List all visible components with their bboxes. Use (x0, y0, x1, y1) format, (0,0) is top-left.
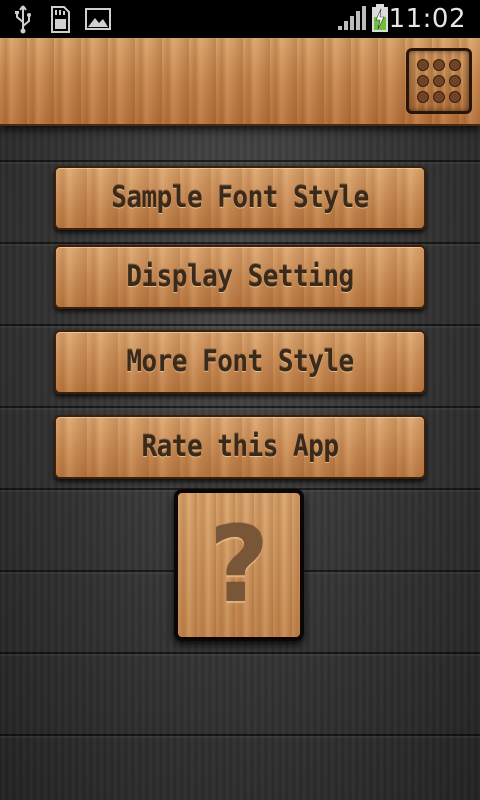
grid-menu-icon (417, 59, 461, 103)
display-setting-button[interactable]: Display Setting (54, 245, 426, 309)
help-button[interactable]: ? (174, 489, 304, 641)
more-font-style-label: More Font Style (126, 345, 354, 379)
sd-card-icon (51, 6, 70, 33)
question-mark-icon: ? (208, 504, 270, 626)
status-bar: 11:02 (0, 0, 480, 38)
sample-font-style-label: Sample Font Style (111, 181, 369, 215)
status-clock: 11:02 (388, 4, 466, 34)
sample-font-style-button[interactable]: Sample Font Style (54, 166, 426, 230)
grid-menu-button[interactable] (406, 48, 472, 114)
display-setting-label: Display Setting (126, 260, 354, 294)
battery-charging-icon (372, 4, 388, 32)
usb-icon (15, 5, 31, 34)
more-font-style-button[interactable]: More Font Style (54, 330, 426, 394)
image-icon (85, 8, 111, 30)
rate-this-app-button[interactable]: Rate this App (54, 415, 426, 479)
title-bar (0, 38, 480, 126)
rate-this-app-label: Rate this App (141, 430, 340, 464)
signal-icon (338, 6, 366, 30)
